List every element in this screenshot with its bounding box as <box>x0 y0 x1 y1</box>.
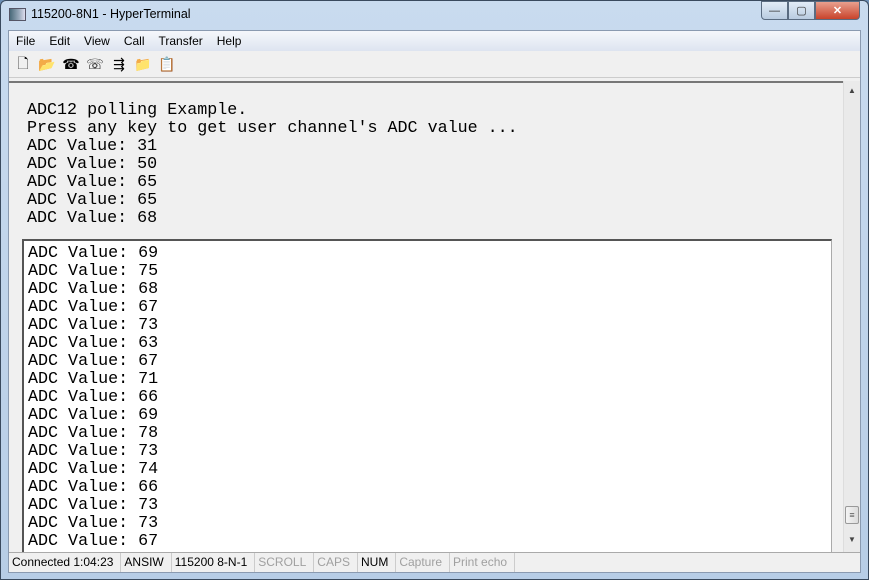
hyperterminal-window: 115200-8N1 - HyperTerminal — ▢ ✕ File Edi… <box>0 0 869 580</box>
terminal-line: ADC Value: 69 <box>28 244 159 263</box>
status-capture: Capture <box>396 553 451 572</box>
menu-view[interactable]: View <box>77 31 117 51</box>
receive-file-icon: 📁 <box>134 56 152 72</box>
terminal-line: ADC Value: 31 <box>27 137 158 156</box>
status-caps: CAPS <box>314 553 358 572</box>
status-num: NUM <box>358 553 397 572</box>
terminal-line: ADC Value: 68 <box>28 280 159 299</box>
terminal-line: ADC Value: 67 <box>28 532 159 551</box>
terminal-line: ADC Value: 75 <box>28 262 159 281</box>
scroll-up-icon[interactable]: ▲ <box>844 83 860 99</box>
terminal-line: ADC Value: 67 <box>28 298 159 317</box>
send-file-icon: ⇶ <box>113 56 125 72</box>
disconnect-phone-icon: ☎ <box>62 56 80 72</box>
terminal-line: ADC Value: 63 <box>28 334 159 353</box>
status-scroll: SCROLL <box>255 553 315 572</box>
terminal-line: Press any key to get user channel's ADC … <box>27 119 518 138</box>
new-file-icon: 🗋 <box>17 54 29 71</box>
terminal-line: ADC12 polling Example. <box>27 101 248 120</box>
menu-call[interactable]: Call <box>117 31 152 51</box>
status-bar: Connected 1:04:23 ANSIW 115200 8-N-1 SCROLL… <box>9 552 860 572</box>
terminal-line: ADC Value: 69 <box>28 406 159 425</box>
terminal-line: ADC Value: 66 <box>28 478 159 497</box>
terminal-line: ADC Value: 78 <box>28 424 159 443</box>
maximize-button[interactable]: ▢ <box>788 1 815 20</box>
status-print-echo: Print echo <box>450 553 516 572</box>
terminal-line: ADC Value: 67 <box>28 352 159 371</box>
menu-bar: File Edit View Call Transfer Help <box>9 31 860 51</box>
send-file-button[interactable]: ⇶ <box>109 55 129 75</box>
status-connected-1-04-23: Connected 1:04:23 <box>9 553 122 572</box>
terminal-line: ADC Value: 65 <box>27 173 158 192</box>
vertical-scrollbar[interactable]: ▲ ≡ ▼ <box>843 81 860 552</box>
terminal-line: ADC Value: 65 <box>27 191 158 210</box>
receive-file-button[interactable]: 📁 <box>133 55 153 75</box>
menu-file[interactable]: File <box>9 31 42 51</box>
open-folder-button[interactable]: 📂 <box>37 55 57 75</box>
terminal-line: ADC Value: 66 <box>28 388 159 407</box>
dial-phone-icon: ☏ <box>86 56 104 72</box>
terminal-line: ADC Value: 68 <box>27 209 158 228</box>
app-icon <box>9 8 26 21</box>
close-button[interactable]: ✕ <box>815 1 860 20</box>
terminal-line: ADC Value: 73 <box>28 316 159 335</box>
menu-help[interactable]: Help <box>210 31 249 51</box>
window-title: 115200-8N1 - HyperTerminal <box>31 7 191 21</box>
terminal-line: ADC Value: 74 <box>28 460 159 479</box>
status-115200-8-n-1: 115200 8-N-1 <box>172 553 256 572</box>
new-file-button[interactable]: 🗋 <box>13 55 33 75</box>
terminal-line: ADC Value: 71 <box>28 370 159 389</box>
terminal-area[interactable]: ADC12 polling Example. Press any key to g… <box>9 81 845 559</box>
terminal-line: ADC Value: 73 <box>28 514 159 533</box>
terminal-line: ADC Value: 73 <box>28 496 159 515</box>
toolbar: 🗋 📂 ☎ ☏ ⇶ 📁 📋 <box>9 52 860 78</box>
open-folder-icon: 📂 <box>38 56 56 72</box>
scroll-thumb[interactable]: ≡ <box>845 506 859 524</box>
status-ansiw: ANSIW <box>121 553 172 572</box>
terminal-line: ADC Value: 73 <box>28 442 159 461</box>
backscroll-buffer: ADC12 polling Example. Press any key to g… <box>27 102 518 228</box>
menu-transfer[interactable]: Transfer <box>152 31 210 51</box>
client-area: File Edit View Call Transfer Help 🗋 📂 ☎ ☏ ⇶ 📁 📋 ADC… <box>8 30 861 573</box>
menu-edit[interactable]: Edit <box>42 31 77 51</box>
terminal-screen[interactable]: ADC Value: 69 ADC Value: 75 ADC Value: 68 A… <box>22 239 832 559</box>
properties-button[interactable]: 📋 <box>157 55 177 75</box>
dial-phone-button[interactable]: ☏ <box>85 55 105 75</box>
properties-icon: 📋 <box>158 56 176 72</box>
terminal-line: ADC Value: 50 <box>27 155 158 174</box>
scroll-down-icon[interactable]: ▼ <box>844 532 860 548</box>
disconnect-phone-button[interactable]: ☎ <box>61 55 81 75</box>
minimize-button[interactable]: — <box>761 1 788 20</box>
title-bar[interactable]: 115200-8N1 - HyperTerminal — ▢ ✕ <box>1 1 868 29</box>
